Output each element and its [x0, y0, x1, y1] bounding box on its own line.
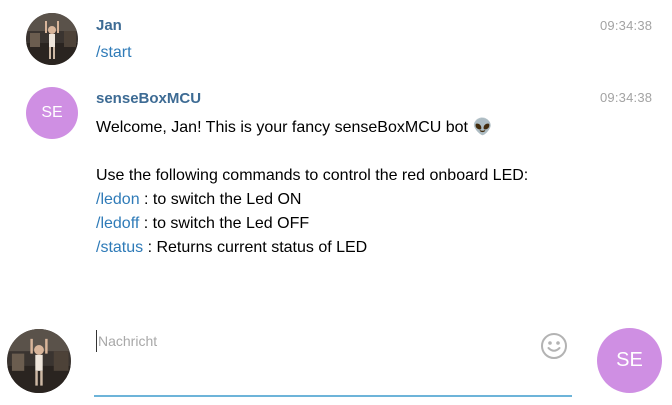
- command-description: : to switch the Led ON: [139, 191, 302, 208]
- message-input[interactable]: [96, 330, 518, 352]
- message-timestamp: 09:34:38: [600, 90, 653, 105]
- user-avatar-jan[interactable]: [26, 13, 78, 65]
- smiley-icon[interactable]: [540, 332, 568, 360]
- command-link-ledoff[interactable]: /ledoff: [96, 215, 139, 232]
- command-line: /status : Returns current status of LED: [96, 236, 528, 260]
- message-composer: [94, 318, 572, 397]
- command-link-ledon[interactable]: /ledon: [96, 191, 140, 208]
- bot-avatar-initials: SE: [616, 349, 643, 371]
- user-photo-icon: [7, 329, 71, 393]
- message-body: Welcome, Jan! This is your fancy senseBo…: [96, 116, 528, 260]
- message-sender-name[interactable]: senseBoxMCU: [96, 90, 201, 107]
- command-description: : to switch the Led OFF: [139, 215, 310, 232]
- user-photo-icon: [26, 13, 78, 65]
- bot-avatar-composer[interactable]: SE: [597, 328, 662, 393]
- message-timestamp: 09:34:38: [600, 18, 653, 33]
- message-sender-name[interactable]: Jan: [96, 17, 122, 34]
- message-text-command[interactable]: /start: [96, 41, 132, 65]
- command-link-status[interactable]: /status: [96, 239, 143, 256]
- command-line: /ledoff : to switch the Led OFF: [96, 212, 528, 236]
- message-line-blank: [96, 140, 528, 164]
- message-line-intro: Use the following commands to control th…: [96, 167, 529, 184]
- command-description: : Returns current status of LED: [143, 239, 368, 256]
- current-user-avatar[interactable]: [7, 329, 71, 393]
- message-line-welcome: Welcome, Jan! This is your fancy senseBo…: [96, 119, 493, 136]
- bot-avatar[interactable]: SE: [26, 87, 78, 139]
- bot-avatar-initials: SE: [41, 104, 63, 121]
- command-line: /ledon : to switch the Led ON: [96, 188, 528, 212]
